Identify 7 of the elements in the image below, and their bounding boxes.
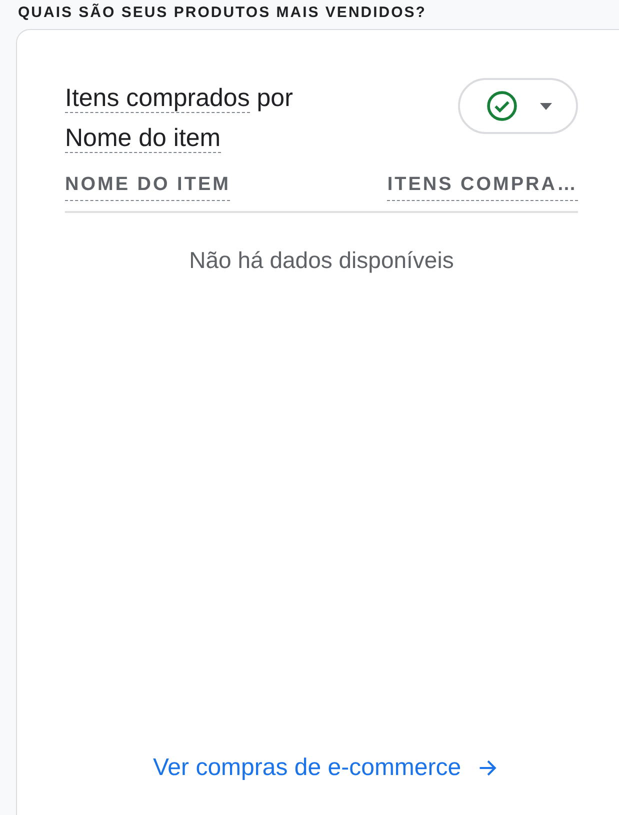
ecommerce-link[interactable]: Ver compras de e-commerce	[153, 754, 500, 782]
empty-message: Não há dados disponíveis	[188, 247, 455, 274]
card-title: Itens comprados por Nome do item	[65, 83, 294, 155]
caret-icon	[540, 102, 552, 110]
column-header[interactable]: NOME DO ITEM	[65, 174, 230, 201]
section-heading: QUAIS SÃO SEUS PRODUTOS MAIS VENDIDOS?	[18, 4, 428, 21]
column-header[interactable]: ITENS COMPRA…	[387, 174, 578, 201]
